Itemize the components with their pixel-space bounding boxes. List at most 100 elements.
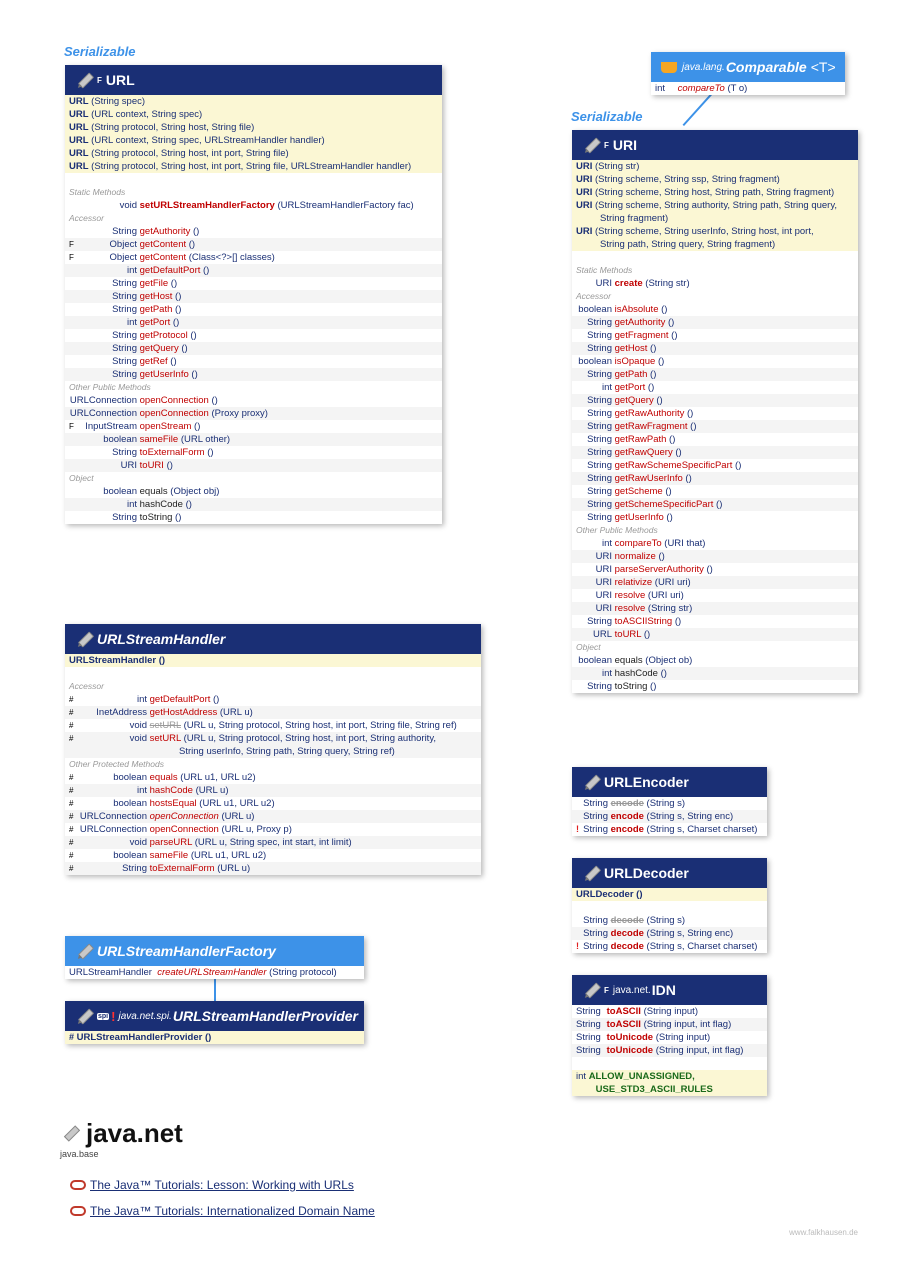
uri-class-header[interactable]: F URI	[572, 130, 858, 160]
method-row[interactable]: # String toExternalForm (URL u)	[65, 862, 481, 875]
provider-header[interactable]: spi ! java.net.spi. URLStreamHandlerProv…	[65, 1001, 364, 1031]
method-row[interactable]: String getRef ()	[65, 355, 442, 368]
method-row[interactable]: int getPort ()	[572, 381, 858, 394]
method-row[interactable]: int hashCode ()	[65, 498, 442, 511]
constructor-row[interactable]: URLDecoder ()	[572, 888, 767, 901]
method-row[interactable]: String getSchemeSpecificPart ()	[572, 498, 858, 511]
constructor-row[interactable]: URL (String protocol, String host, int p…	[65, 147, 442, 160]
method-row[interactable]: boolean equals (Object ob)	[572, 654, 858, 667]
method-row[interactable]: String getRawUserInfo ()	[572, 472, 858, 485]
method-row[interactable]: String getAuthority ()	[572, 316, 858, 329]
method-row[interactable]: String getProtocol ()	[65, 329, 442, 342]
method-row[interactable]: String getFragment ()	[572, 329, 858, 342]
idn-header[interactable]: F java.net. IDN	[572, 975, 767, 1005]
method-row[interactable]: String getRawAuthority ()	[572, 407, 858, 420]
method-row[interactable]: String toASCII (String input)	[572, 1005, 767, 1018]
urlencoder-header[interactable]: URLEncoder	[572, 767, 767, 797]
method-row[interactable]: String toASCIIString ()	[572, 615, 858, 628]
constructor-row[interactable]: URL (String spec)	[65, 95, 442, 108]
method-row[interactable]: String toExternalForm ()	[65, 446, 442, 459]
method-row[interactable]: int getPort ()	[65, 316, 442, 329]
method-row[interactable]: URI create (String str)	[572, 277, 858, 290]
constructor-row[interactable]: URL (String protocol, String host, int p…	[65, 160, 442, 173]
constructor-row[interactable]: URI (String str)	[572, 160, 858, 173]
tutorial-link-urls[interactable]: The Java™ Tutorials: Lesson: Working wit…	[70, 1178, 354, 1192]
constructor-row[interactable]: URI (String scheme, String host, String …	[572, 186, 858, 199]
method-row[interactable]: URI normalize ()	[572, 550, 858, 563]
method-row[interactable]: int compareTo (T o)	[651, 82, 845, 95]
method-row[interactable]: String getPath ()	[572, 368, 858, 381]
constructor-row[interactable]: URI (String scheme, String authority, St…	[572, 199, 858, 225]
method-row[interactable]: URI toURI ()	[65, 459, 442, 472]
method-row[interactable]: # URLConnection openConnection (URL u)	[65, 810, 481, 823]
method-row[interactable]: # boolean hostsEqual (URL u1, URL u2)	[65, 797, 481, 810]
method-row[interactable]: # void setURL (URL u, String protocol, St…	[65, 732, 481, 758]
method-row[interactable]: String toUnicode (String input)	[572, 1031, 767, 1044]
method-row[interactable]: String toUnicode (String input, int flag…	[572, 1044, 767, 1057]
method-row[interactable]: URI resolve (String str)	[572, 602, 858, 615]
method-row[interactable]: String toString ()	[65, 511, 442, 524]
method-row[interactable]: String getScheme ()	[572, 485, 858, 498]
method-row[interactable]: # InetAddress getHostAddress (URL u)	[65, 706, 481, 719]
method-row[interactable]: # int hashCode (URL u)	[65, 784, 481, 797]
method-row[interactable]: boolean equals (Object obj)	[65, 485, 442, 498]
method-row[interactable]: URLConnection openConnection ()	[65, 394, 442, 407]
method-row[interactable]: int getDefaultPort ()	[65, 264, 442, 277]
method-row[interactable]: String getRawFragment ()	[572, 420, 858, 433]
constructor-row[interactable]: # URLStreamHandlerProvider ()	[65, 1031, 364, 1044]
field-row[interactable]: int ALLOW_UNASSIGNED,	[572, 1070, 767, 1083]
method-row[interactable]: void setURLStreamHandlerFactory (URLStre…	[65, 199, 442, 212]
method-row[interactable]: URLConnection openConnection (Proxy prox…	[65, 407, 442, 420]
factory-header[interactable]: URLStreamHandlerFactory	[65, 936, 364, 966]
method-row[interactable]: String encode (String s, String enc)	[572, 810, 767, 823]
method-row[interactable]: # void parseURL (URL u, String spec, int …	[65, 836, 481, 849]
method-row[interactable]: String getRawSchemeSpecificPart ()	[572, 459, 858, 472]
urldecoder-header[interactable]: URLDecoder	[572, 858, 767, 888]
method-row[interactable]: F InputStream openStream ()	[65, 420, 442, 433]
url-class-header[interactable]: F URL	[65, 65, 442, 95]
method-row[interactable]: boolean isOpaque ()	[572, 355, 858, 368]
method-row[interactable]: String getAuthority ()	[65, 225, 442, 238]
method-row[interactable]: String getUserInfo ()	[65, 368, 442, 381]
method-row[interactable]: ! String decode (String s, Charset charse…	[572, 940, 767, 953]
method-row[interactable]: String getHost ()	[572, 342, 858, 355]
field-row[interactable]: USE_STD3_ASCII_RULES	[572, 1083, 767, 1096]
method-row[interactable]: String toASCII (String input, int flag)	[572, 1018, 767, 1031]
comparable-header[interactable]: java.lang. Comparable <T>	[651, 52, 845, 82]
method-row[interactable]: String getQuery ()	[572, 394, 858, 407]
constructor-row[interactable]: URL (URL context, String spec)	[65, 108, 442, 121]
method-row[interactable]: String decode (String s)	[572, 914, 767, 927]
method-row[interactable]: URI relativize (URI uri)	[572, 576, 858, 589]
method-row[interactable]: int compareTo (URI that)	[572, 537, 858, 550]
method-row[interactable]: String getPath ()	[65, 303, 442, 316]
method-row[interactable]: URL toURL ()	[572, 628, 858, 641]
method-row[interactable]: String encode (String s)	[572, 797, 767, 810]
method-row[interactable]: URLStreamHandler createURLStreamHandler …	[65, 966, 364, 979]
method-row[interactable]: String getRawPath ()	[572, 433, 858, 446]
constructor-row[interactable]: URI (String scheme, String ssp, String f…	[572, 173, 858, 186]
method-row[interactable]: boolean isAbsolute ()	[572, 303, 858, 316]
method-row[interactable]: String getUserInfo ()	[572, 511, 858, 524]
method-row[interactable]: F Object getContent ()	[65, 238, 442, 251]
method-row[interactable]: # void setURL (URL u, String protocol, St…	[65, 719, 481, 732]
tutorial-link-idn[interactable]: The Java™ Tutorials: Internationalized D…	[70, 1204, 375, 1218]
method-row[interactable]: # int getDefaultPort ()	[65, 693, 481, 706]
method-row[interactable]: # boolean sameFile (URL u1, URL u2)	[65, 849, 481, 862]
method-row[interactable]: URI resolve (URI uri)	[572, 589, 858, 602]
method-row[interactable]: String getRawQuery ()	[572, 446, 858, 459]
urlstreamhandler-header[interactable]: URLStreamHandler	[65, 624, 481, 654]
method-row[interactable]: String getQuery ()	[65, 342, 442, 355]
constructor-row[interactable]: URI (String scheme, String userInfo, Str…	[572, 225, 858, 251]
method-row[interactable]: int hashCode ()	[572, 667, 858, 680]
constructor-row[interactable]: URL (URL context, String spec, URLStream…	[65, 134, 442, 147]
method-row[interactable]: String toString ()	[572, 680, 858, 693]
method-row[interactable]: String getFile ()	[65, 277, 442, 290]
method-row[interactable]: boolean sameFile (URL other)	[65, 433, 442, 446]
method-row[interactable]: String getHost ()	[65, 290, 442, 303]
method-row[interactable]: String decode (String s, String enc)	[572, 927, 767, 940]
method-row[interactable]: # URLConnection openConnection (URL u, Pr…	[65, 823, 481, 836]
method-row[interactable]: ! String encode (String s, Charset charse…	[572, 823, 767, 836]
method-row[interactable]: URI parseServerAuthority ()	[572, 563, 858, 576]
constructor-row[interactable]: URL (String protocol, String host, Strin…	[65, 121, 442, 134]
method-row[interactable]: # boolean equals (URL u1, URL u2)	[65, 771, 481, 784]
